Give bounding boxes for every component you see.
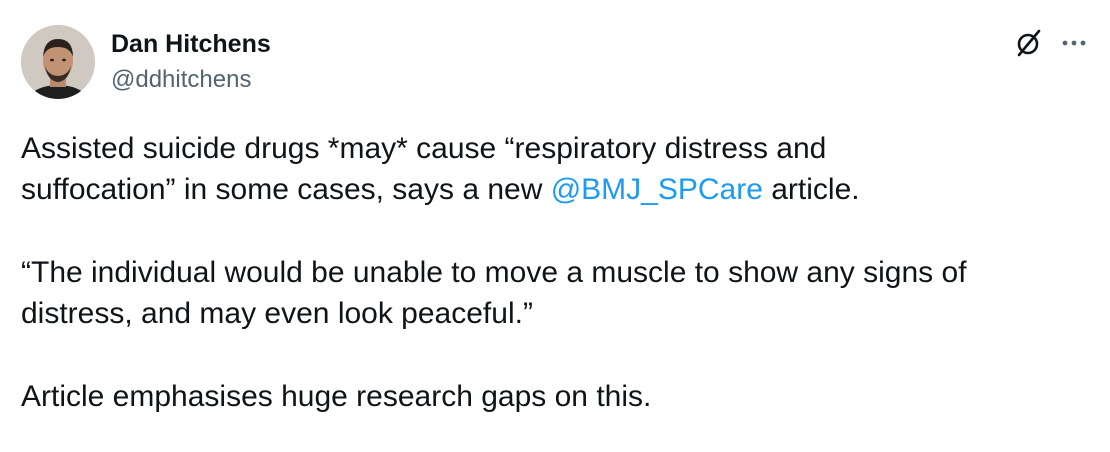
tweet-text: Assisted suicide drugs *may* cause “resp… <box>21 128 1091 417</box>
tweet-text-line: “The individual would be unable to move … <box>21 256 967 289</box>
tweet-text-line: distress, and may even look peaceful.” <box>21 297 533 330</box>
tweet-text-line: article. <box>762 173 860 206</box>
tweet-paragraph-3: Article emphasises huge research gaps on… <box>21 376 1091 417</box>
author-display-name[interactable]: Dan Hitchens <box>111 27 271 61</box>
author-handle[interactable]: @ddhitchens <box>111 65 271 95</box>
author-info: Dan Hitchens @ddhitchens <box>111 27 271 95</box>
tweet-paragraph-1: Assisted suicide drugs *may* cause “resp… <box>21 128 1091 210</box>
tweet-text-line: suffocation” in some cases, says a new <box>21 173 551 206</box>
tweet-text-line: Assisted suicide drugs *may* cause “resp… <box>21 132 827 165</box>
tweet-text-line: Article emphasises huge research gaps on… <box>21 380 652 413</box>
tweet-top-actions <box>1014 28 1088 58</box>
tweet-paragraph-2: “The individual would be unable to move … <box>21 252 1091 334</box>
grok-icon[interactable] <box>1014 28 1044 58</box>
avatar-photo <box>21 25 95 99</box>
tweet-card: Dan Hitchens @ddhitchens Assisted suicid… <box>0 0 1110 452</box>
more-icon[interactable] <box>1060 28 1088 58</box>
mention-link[interactable]: @BMJ_SPCare <box>551 173 763 206</box>
avatar[interactable] <box>21 25 95 99</box>
